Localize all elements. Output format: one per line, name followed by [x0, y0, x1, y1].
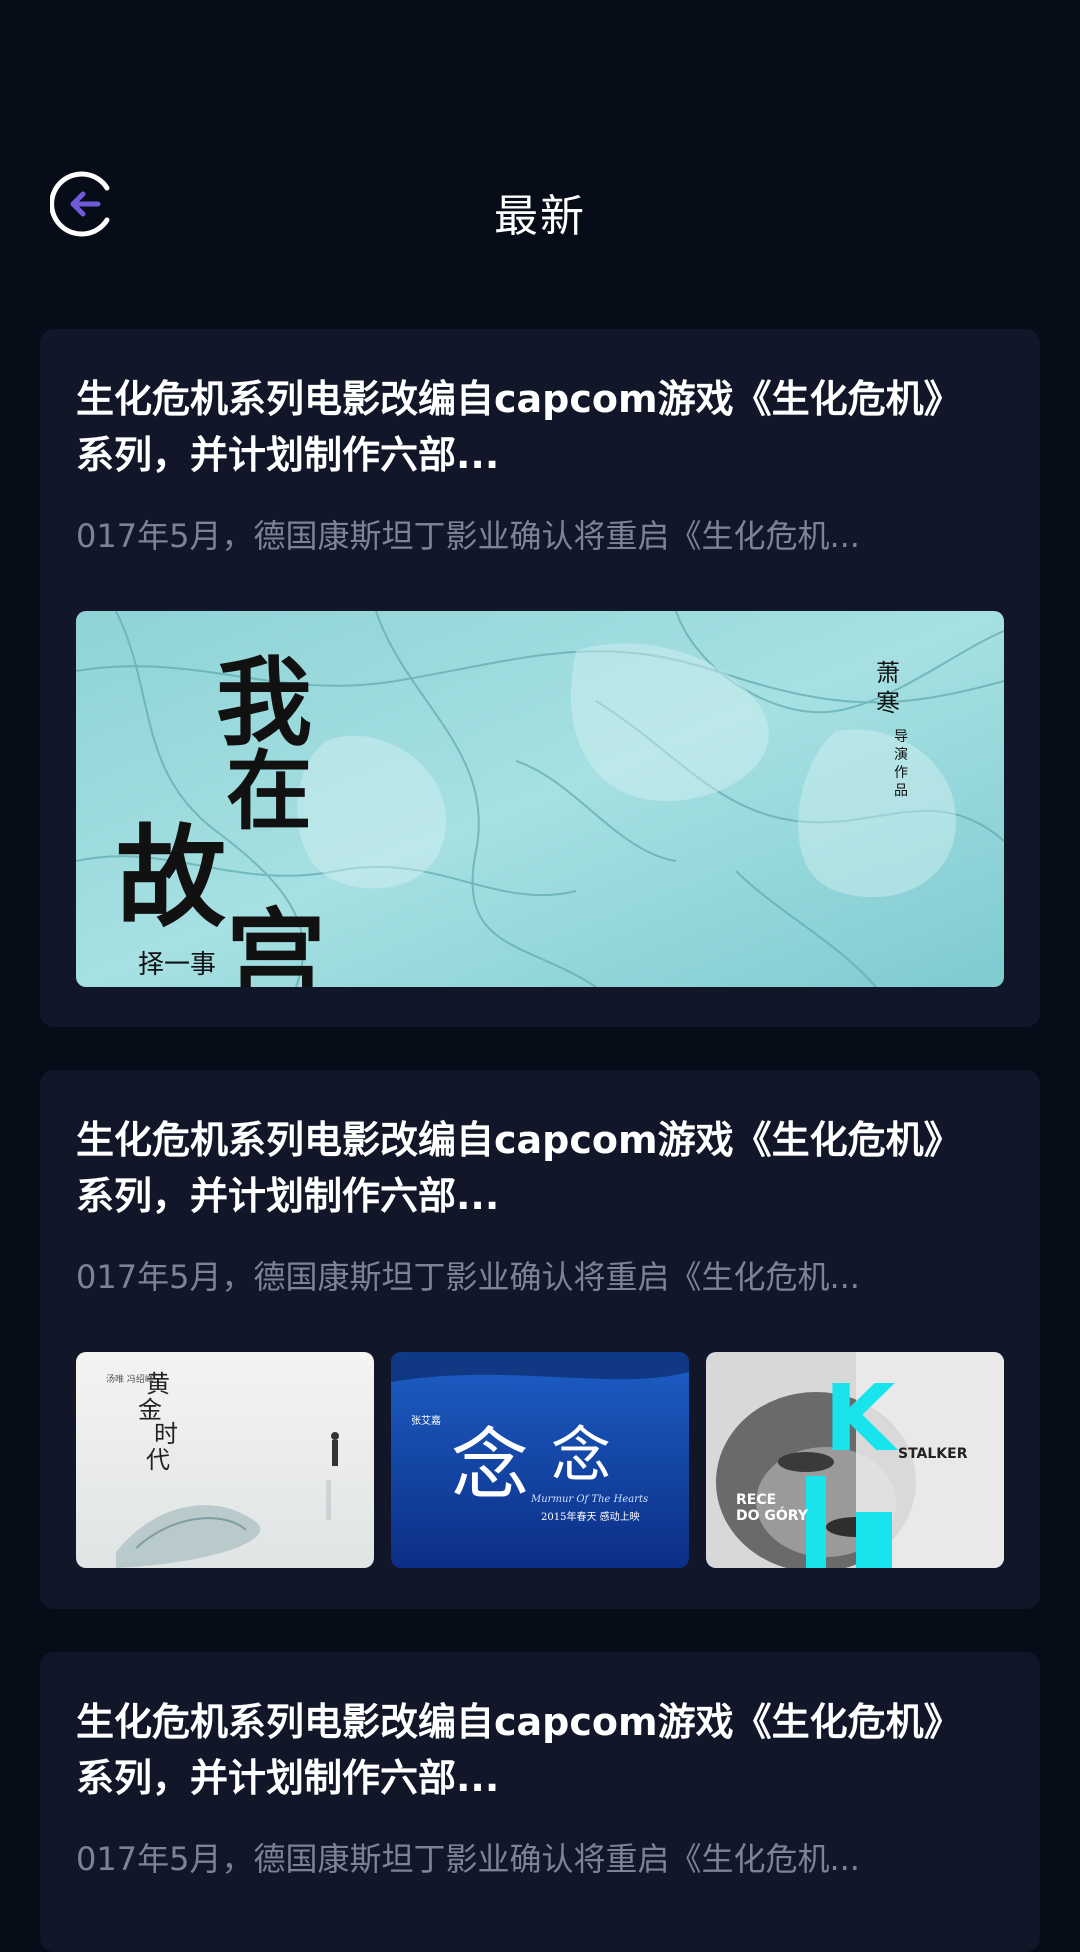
- poster-title-char: 在: [226, 741, 312, 842]
- poster-title-char: 时: [154, 1420, 178, 1448]
- article-title: 生化危机系列电影改编自capcom游戏《生化危机》系列，并计划制作六部...: [76, 1118, 962, 1218]
- poster-director: 导: [894, 729, 908, 745]
- article-thumbnail[interactable]: K STALKER RECE DO GÓRY: [706, 1352, 1004, 1568]
- poster-director: 作: [894, 765, 908, 781]
- poster-title-char: 故: [116, 813, 226, 942]
- poster-director: 寒: [876, 689, 900, 717]
- poster-line: RECE: [736, 1492, 776, 1508]
- poster-director: 萧: [876, 659, 900, 687]
- poster-director: 张艾嘉: [411, 1414, 441, 1427]
- article-thumbnail[interactable]: 黄 金 时 代 汤唯 冯绍峰: [76, 1352, 374, 1568]
- poster-title-char: 念: [551, 1421, 611, 1491]
- poster-title-char: 念: [451, 1421, 529, 1511]
- article-card[interactable]: 生化危机系列电影改编自capcom游戏《生化危机》系列，并计划制作六部... 0…: [40, 329, 1040, 1027]
- top-nav: 最新: [0, 160, 1080, 250]
- article-card[interactable]: 生化危机系列电影改编自capcom游戏《生化危机》系列，并计划制作六部... 0…: [40, 1070, 1040, 1609]
- article-image-grid: 黄 金 时 代 汤唯 冯绍峰 念 念 张艾嘉 Murmur Of The Hea…: [76, 1352, 1004, 1568]
- article-title: 生化危机系列电影改编自capcom游戏《生化危机》系列，并计划制作六部...: [76, 1700, 962, 1800]
- article-summary: 017年5月，德国康斯坦丁影业确认将重启《生化危机...: [76, 517, 860, 555]
- page-title: 最新: [494, 191, 586, 242]
- poster-subtitle: 择一事: [138, 950, 216, 980]
- article-summary: 017年5月，德国康斯坦丁影业确认将重启《生化危机...: [76, 1840, 860, 1878]
- article-title: 生化危机系列电影改编自capcom游戏《生化危机》系列，并计划制作六部...: [76, 377, 962, 477]
- poster-director: 演: [894, 747, 908, 763]
- status-bar: [0, 0, 1080, 130]
- article-thumbnail[interactable]: 念 念 张艾嘉 Murmur Of The Hearts 2015年春天 感动上…: [391, 1352, 689, 1568]
- article-card[interactable]: 生化危机系列电影改编自capcom游戏《生化危机》系列，并计划制作六部... 0…: [40, 1652, 1040, 1952]
- poster-tagline: 2015年春天 感动上映: [541, 1510, 640, 1523]
- poster-title-char: 宫: [226, 897, 326, 987]
- poster-line: STALKER: [898, 1446, 968, 1462]
- poster-line: DO GÓRY: [736, 1506, 809, 1524]
- poster-big-letter: K: [824, 1365, 899, 1472]
- poster-director: 品: [894, 783, 908, 799]
- poster-credits: 汤唯 冯绍峰: [106, 1373, 154, 1385]
- poster-title-char: 代: [146, 1446, 170, 1474]
- article-summary: 017年5月，德国康斯坦丁影业确认将重启《生化危机...: [76, 1258, 860, 1296]
- poster-en-title: Murmur Of The Hearts: [530, 1494, 648, 1505]
- article-image: 我 在 故 宫 择一事 萧 寒 导 演 作 品: [76, 611, 1004, 987]
